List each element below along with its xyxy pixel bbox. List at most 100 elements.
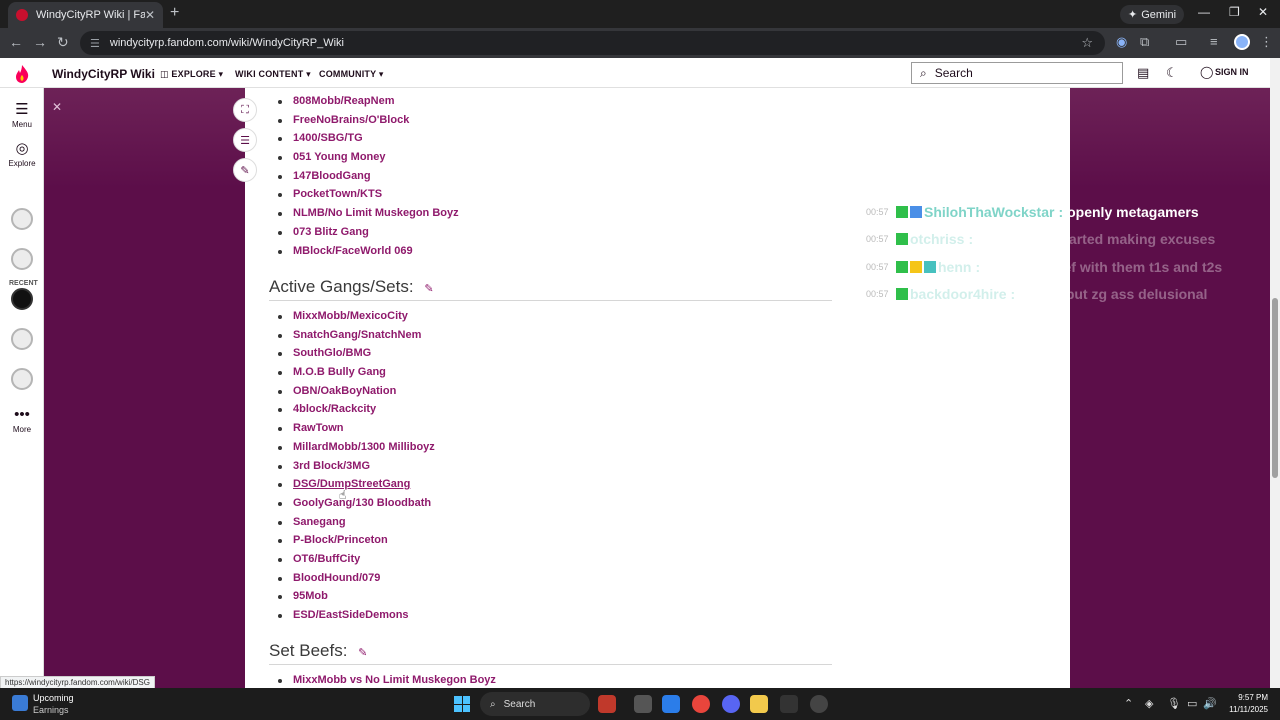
left-rail: ☰ Menu ◎ Explore RECENT ••• More [0, 88, 44, 688]
gang-link[interactable]: DSG/DumpStreetGang [278, 475, 435, 494]
browser-tab[interactable]: WindyCityRP Wiki | Fandom ✕ [8, 2, 163, 28]
gang-link[interactable]: P-Block/Princeton [278, 531, 435, 550]
recent-wiki-icon[interactable] [11, 208, 33, 230]
search-icon: ⌕ [920, 65, 927, 80]
site-name-link[interactable]: WindyCityRP Wiki [52, 67, 155, 81]
gang-link[interactable]: BloodHound/079 [278, 569, 435, 588]
discussions-icon[interactable]: ▤ [1137, 65, 1149, 81]
recent-wiki-icon[interactable] [11, 368, 33, 390]
gang-link[interactable]: GoolyGang/130 Bloodbath [278, 494, 435, 513]
gang-link[interactable]: MixxMobb vs No Limit Muskegon Boyz [278, 671, 496, 690]
search-icon: ⌕ [490, 698, 496, 710]
gang-link[interactable]: 051 Young Money [278, 148, 459, 167]
chat-badge-icon [910, 205, 922, 218]
gang-link[interactable]: SnatchGang/SnatchNem [278, 326, 435, 345]
recent-wiki-icon[interactable] [11, 288, 33, 310]
gang-link[interactable]: MixxMobb/MexicoCity [278, 307, 435, 326]
gang-link[interactable]: 3rd Block/3MG [278, 457, 435, 476]
gang-link[interactable]: 073 Blitz Gang [278, 223, 459, 242]
wiki-search-box[interactable]: ⌕ Search [911, 62, 1123, 84]
gang-link[interactable]: SouthGlo/BMG [278, 344, 435, 363]
community-menu[interactable]: COMMUNITY ▾ [319, 69, 384, 80]
taskbar-search[interactable]: ⌕ Search [480, 692, 590, 716]
gang-link[interactable]: ESD/EastSideDemons [278, 606, 435, 625]
file-explorer-icon[interactable] [750, 695, 768, 713]
chat-username: otchriss [910, 231, 965, 248]
back-icon[interactable]: ← [9, 34, 23, 50]
gang-link[interactable]: 1400/SBG/TG [278, 129, 459, 148]
close-rail-icon[interactable]: ✕ [52, 100, 62, 114]
tray-chevron-icon[interactable]: ⌃ [1124, 697, 1133, 710]
reading-list-icon[interactable]: ≡ [1210, 34, 1218, 49]
copilot-icon[interactable] [662, 695, 680, 713]
sign-in-link[interactable]: SIGN IN [1215, 67, 1249, 77]
fandom-logo-icon[interactable] [14, 64, 30, 84]
media-icon[interactable]: ◉ [1116, 34, 1127, 50]
gang-link[interactable]: PocketTown/KTS [278, 185, 459, 204]
cast-icon[interactable]: ▭ [1175, 34, 1187, 50]
chrome-icon[interactable] [692, 695, 710, 713]
table-of-contents-icon[interactable]: ☰ [233, 128, 257, 152]
extensions-icon[interactable]: ⧉ [1140, 34, 1149, 50]
explore-menu[interactable]: ◫ EXPLORE ▾ [160, 69, 223, 80]
tray-app-icon[interactable]: ◈ [1145, 697, 1153, 710]
network-icon[interactable]: ▭ [1187, 697, 1197, 710]
more-button[interactable]: ••• More [0, 406, 44, 434]
close-tab-icon[interactable]: ✕ [145, 8, 155, 22]
heading-divider [269, 300, 832, 301]
app-icon[interactable] [810, 695, 828, 713]
recent-wiki-icon[interactable] [11, 248, 33, 270]
recent-wiki-icon[interactable] [11, 328, 33, 350]
close-window-icon[interactable]: ✕ [1258, 5, 1268, 19]
url-text: windycityrp.fandom.com/wiki/WindyCityRP_… [109, 37, 344, 49]
gang-link[interactable]: NLMB/No Limit Muskegon Boyz [278, 204, 459, 223]
gang-link[interactable]: 147BloodGang [278, 167, 459, 186]
gemini-button[interactable]: ✦ Gemini [1120, 5, 1185, 24]
chat-text: cause ya beef with them t1s and t2s [984, 258, 1223, 275]
gang-link[interactable]: RawTown [278, 419, 435, 438]
page-scrollbar[interactable] [1270, 58, 1280, 688]
gang-link[interactable]: 4block/Rackcity [278, 400, 435, 419]
kebab-menu-icon[interactable]: ⋮ [1260, 34, 1273, 50]
gang-link[interactable]: M.O.B Bully Gang [278, 363, 435, 382]
gang-link[interactable]: OT6/BuffCity [278, 550, 435, 569]
new-tab-button[interactable]: + [170, 4, 179, 22]
edit-pencil-icon[interactable]: ✎ [233, 158, 257, 182]
edit-section-icon[interactable]: ✎ [424, 283, 433, 295]
app-icon[interactable] [598, 695, 616, 713]
restore-icon[interactable]: ❐ [1229, 5, 1240, 19]
explore-button[interactable]: ◎ Explore [0, 139, 44, 168]
gang-link[interactable]: MBlock/FaceWorld 069 [278, 242, 459, 261]
bookmark-star-icon[interactable]: ☆ [1081, 35, 1093, 51]
discord-icon[interactable] [722, 695, 740, 713]
hand-cursor-icon: ☝ [339, 488, 347, 502]
microphone-icon[interactable]: 🎙 [1167, 697, 1181, 710]
volume-icon[interactable]: 🔊 [1203, 697, 1217, 710]
wiki-content-menu[interactable]: WIKI CONTENT ▾ [235, 69, 311, 80]
edit-section-icon[interactable]: ✎ [358, 647, 367, 659]
app-icon[interactable] [780, 695, 798, 713]
profile-avatar[interactable] [1234, 34, 1250, 50]
menu-button[interactable]: ☰ Menu [0, 100, 44, 129]
gang-link[interactable]: 95Mob [278, 587, 435, 606]
fullscreen-icon[interactable]: ⛶ [233, 98, 257, 122]
task-view-icon[interactable] [634, 695, 652, 713]
user-icon[interactable]: ◯ [1200, 65, 1213, 79]
taskbar-clock[interactable]: 9:57 PM 11/11/2025 [1222, 692, 1268, 716]
gang-link[interactable]: Sanegang [278, 513, 435, 532]
reload-icon[interactable]: ↻ [57, 34, 69, 51]
address-bar[interactable]: ☰ windycityrp.fandom.com/wiki/WindyCityR… [80, 31, 1105, 55]
active-gangs-title: Active Gangs/Sets: [269, 277, 414, 296]
minimize-icon[interactable]: — [1198, 5, 1210, 19]
windows-start-icon[interactable] [454, 696, 470, 712]
search-label: Search [934, 66, 973, 80]
gang-link[interactable]: OBN/OakBoyNation [278, 382, 435, 401]
scrollbar-thumb[interactable] [1272, 298, 1278, 478]
gang-link[interactable]: 808Mobb/ReapNem [278, 92, 459, 111]
dark-mode-icon[interactable]: ☾ [1166, 65, 1178, 81]
forward-icon[interactable]: → [33, 34, 47, 50]
gang-link[interactable]: FreeNoBrains/O'Block [278, 111, 459, 130]
gang-link[interactable]: MillardMobb/1300 Milliboyz [278, 438, 435, 457]
site-info-icon[interactable]: ☰ [90, 37, 100, 50]
chat-time: 00:57 [866, 261, 889, 272]
